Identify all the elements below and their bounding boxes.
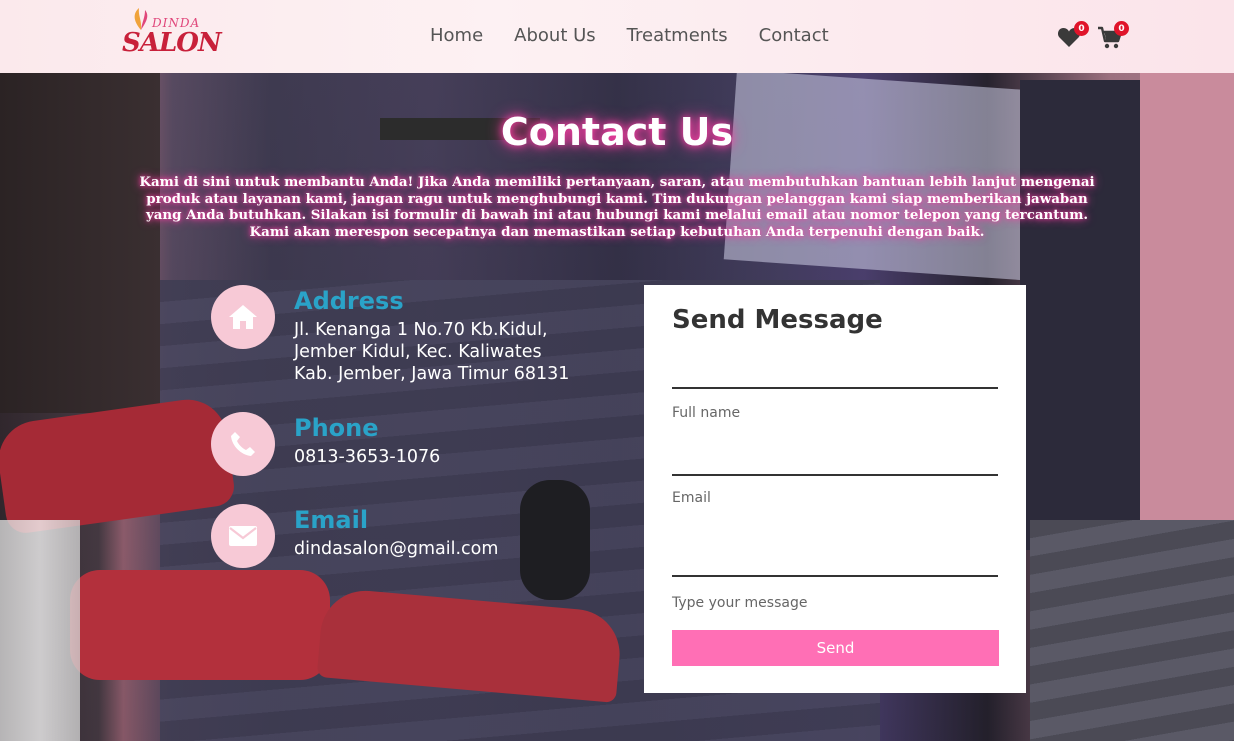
navbar: DINDA SALON Home About Us Treatments Con… bbox=[0, 0, 1234, 73]
address-line-2: Jember Kidul, Kec. Kaliwates bbox=[294, 342, 542, 362]
phone-icon-circle bbox=[211, 412, 275, 476]
email-label: Email bbox=[672, 490, 711, 506]
envelope-icon bbox=[229, 526, 257, 546]
fullname-label: Full name bbox=[672, 405, 741, 421]
message-label: Type your message bbox=[672, 595, 808, 611]
send-button[interactable]: Send bbox=[672, 630, 999, 666]
logo-text-main: SALON bbox=[122, 28, 222, 58]
nav-contact[interactable]: Contact bbox=[759, 25, 829, 46]
email-input[interactable] bbox=[672, 443, 1002, 475]
nav-treatments[interactable]: Treatments bbox=[627, 25, 728, 46]
wishlist-button[interactable]: 0 bbox=[1057, 21, 1089, 50]
cart-button[interactable]: 0 bbox=[1097, 21, 1129, 50]
phone-icon bbox=[231, 432, 255, 456]
intro-text: Kami di sini untuk membantu Anda! Jika A… bbox=[139, 174, 1095, 240]
main-nav: Home About Us Treatments Contact bbox=[430, 25, 829, 46]
fullname-underline bbox=[672, 387, 998, 389]
email-address[interactable]: dindasalon@gmail.com bbox=[294, 538, 498, 560]
home-icon bbox=[229, 305, 257, 329]
address-icon-circle bbox=[211, 285, 275, 349]
address-title: Address bbox=[294, 287, 404, 315]
fullname-input[interactable] bbox=[672, 357, 1002, 389]
send-message-form: Send Message Full name Email Type your m… bbox=[644, 285, 1026, 693]
email-title: Email bbox=[294, 506, 369, 534]
page-title: Contact Us bbox=[500, 110, 734, 154]
logo[interactable]: DINDA SALON bbox=[120, 6, 222, 64]
phone-number[interactable]: 0813-3653-1076 bbox=[294, 446, 440, 468]
nav-about-us[interactable]: About Us bbox=[514, 25, 596, 46]
phone-title: Phone bbox=[294, 414, 379, 442]
address-line-3: Kab. Jember, Jawa Timur 68131 bbox=[294, 364, 570, 384]
nav-home[interactable]: Home bbox=[430, 25, 483, 46]
message-input[interactable] bbox=[672, 543, 1002, 575]
email-underline bbox=[672, 474, 998, 476]
address-line-1: Jl. Kenanga 1 No.70 Kb.Kidul, bbox=[294, 320, 548, 340]
cart-count-badge: 0 bbox=[1114, 21, 1129, 36]
email-icon-circle bbox=[211, 504, 275, 568]
form-title: Send Message bbox=[672, 305, 883, 335]
message-underline bbox=[672, 575, 998, 577]
wishlist-count-badge: 0 bbox=[1074, 21, 1089, 36]
